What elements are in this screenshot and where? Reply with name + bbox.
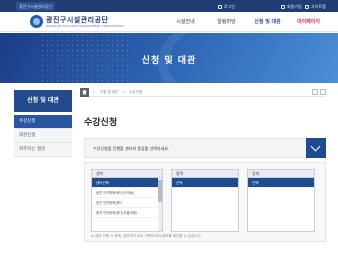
share-icon[interactable] — [312, 89, 318, 95]
center-column-header: 센터 — [91, 169, 163, 178]
list-item[interactable]: 중곡구민체육센터(자율과정) — [92, 208, 162, 218]
sport-column: 종목 선택 — [171, 169, 239, 232]
list-item[interactable]: 광진구민체육센터 — [92, 198, 162, 208]
sitemap-icon — [305, 4, 309, 9]
site-header: 광진구시설관리공단 GWANGJIN FACILITIES MANAGEMENT… — [0, 12, 338, 32]
breadcrumb-item-section[interactable]: 신청 및 대관 — [100, 90, 118, 95]
sitemap-link[interactable]: 사이트맵 — [305, 2, 326, 11]
join-label: 회원가입 — [287, 3, 302, 9]
info-text: 수강신청을 진행할 센터와 종류를 선택하세요. — [93, 146, 170, 151]
center-column: 센터 센터선택 광진구민체육센터(구의동) 광진구민체육센터 중곡구민체육센터(… — [91, 169, 163, 232]
info-bar: 수강신청을 진행할 센터와 종류를 선택하세요. — [84, 138, 326, 158]
login-link[interactable]: 로그인 — [218, 2, 235, 11]
gnb-mypage[interactable]: 마이페이지 — [288, 18, 329, 26]
global-nav: 시설안내 알림마당 신청 및 대관 마이페이지 — [165, 18, 329, 26]
logo-mark-icon — [30, 15, 43, 28]
selector-panel: 센터 센터선택 광진구민체육센터(구의동) 광진구민체육센터 중곡구민체육센터(… — [84, 162, 326, 242]
hero-banner: 신청 및 대관 — [0, 33, 338, 83]
logo-name: 광진구시설관리공단 — [46, 15, 109, 24]
login-label: 로그인 — [224, 3, 236, 9]
top-utility-bar: 광진구시설관리공단 로그인 회원가입 사이트맵 — [0, 0, 338, 12]
hero-title: 신청 및 대관 — [141, 56, 197, 66]
breadcrumb-separator: > — [122, 90, 126, 94]
list-item[interactable]: 선택 — [172, 178, 238, 188]
gnb-apply-rental[interactable]: 신청 및 대관 — [247, 18, 288, 26]
sidebar-item-faq[interactable]: 자주하는 질문 — [14, 143, 72, 157]
page-title: 수강신청 — [84, 118, 118, 128]
breadcrumb: > 신청 및 대관 > 수강신청 — [80, 87, 326, 97]
sidebar-title: 신청 및 대관 — [14, 90, 72, 112]
course-list[interactable]: 선택 — [247, 178, 315, 232]
home-icon[interactable] — [80, 87, 89, 97]
sitemap-label: 사이트맵 — [311, 3, 326, 9]
site-tag[interactable]: 광진구시설관리공단 — [16, 2, 56, 11]
lock-icon — [218, 4, 222, 9]
site-logo[interactable]: 광진구시설관리공단 GWANGJIN FACILITIES MANAGEMENT… — [30, 15, 124, 28]
chevron-down-icon[interactable] — [306, 138, 326, 158]
list-item[interactable]: 센터선택 — [92, 178, 162, 188]
list-item[interactable]: 광진구민체육센터(구의동) — [92, 188, 162, 198]
breadcrumb-item-current[interactable]: 수강신청 — [129, 90, 142, 95]
sport-list[interactable]: 선택 — [171, 178, 239, 232]
gnb-facility-info[interactable]: 시설안내 — [165, 18, 206, 26]
selector-note: ※ 센터 선택 시 종목, 강좌까지 모두 선택하셔야 정보를 확인할 수 있습… — [91, 234, 202, 238]
sport-column-header: 종목 — [171, 169, 239, 178]
join-link[interactable]: 회원가입 — [281, 2, 302, 11]
sidebar-item-course-apply[interactable]: 수강신청 — [14, 115, 72, 129]
gnb-notice[interactable]: 알림마당 — [206, 18, 247, 26]
center-list[interactable]: 센터선택 광진구민체육센터(구의동) 광진구민체육센터 중곡구민체육센터(자율과… — [91, 178, 163, 232]
sidebar-menu: 수강신청 대관신청 자주하는 질문 — [14, 115, 72, 157]
scrollbar[interactable] — [158, 178, 162, 231]
logo-sub: GWANGJIN FACILITIES MANAGEMENT CORPORATI… — [46, 23, 124, 28]
share-actions — [312, 89, 326, 95]
sidebar-item-rental-apply[interactable]: 대관신청 — [14, 129, 72, 143]
print-icon[interactable] — [320, 89, 326, 95]
course-column: 강좌 선택 — [247, 169, 315, 232]
user-icon — [281, 4, 285, 9]
breadcrumb-separator: > — [93, 90, 96, 94]
course-column-header: 강좌 — [247, 169, 315, 178]
list-item[interactable]: 선택 — [248, 178, 314, 188]
